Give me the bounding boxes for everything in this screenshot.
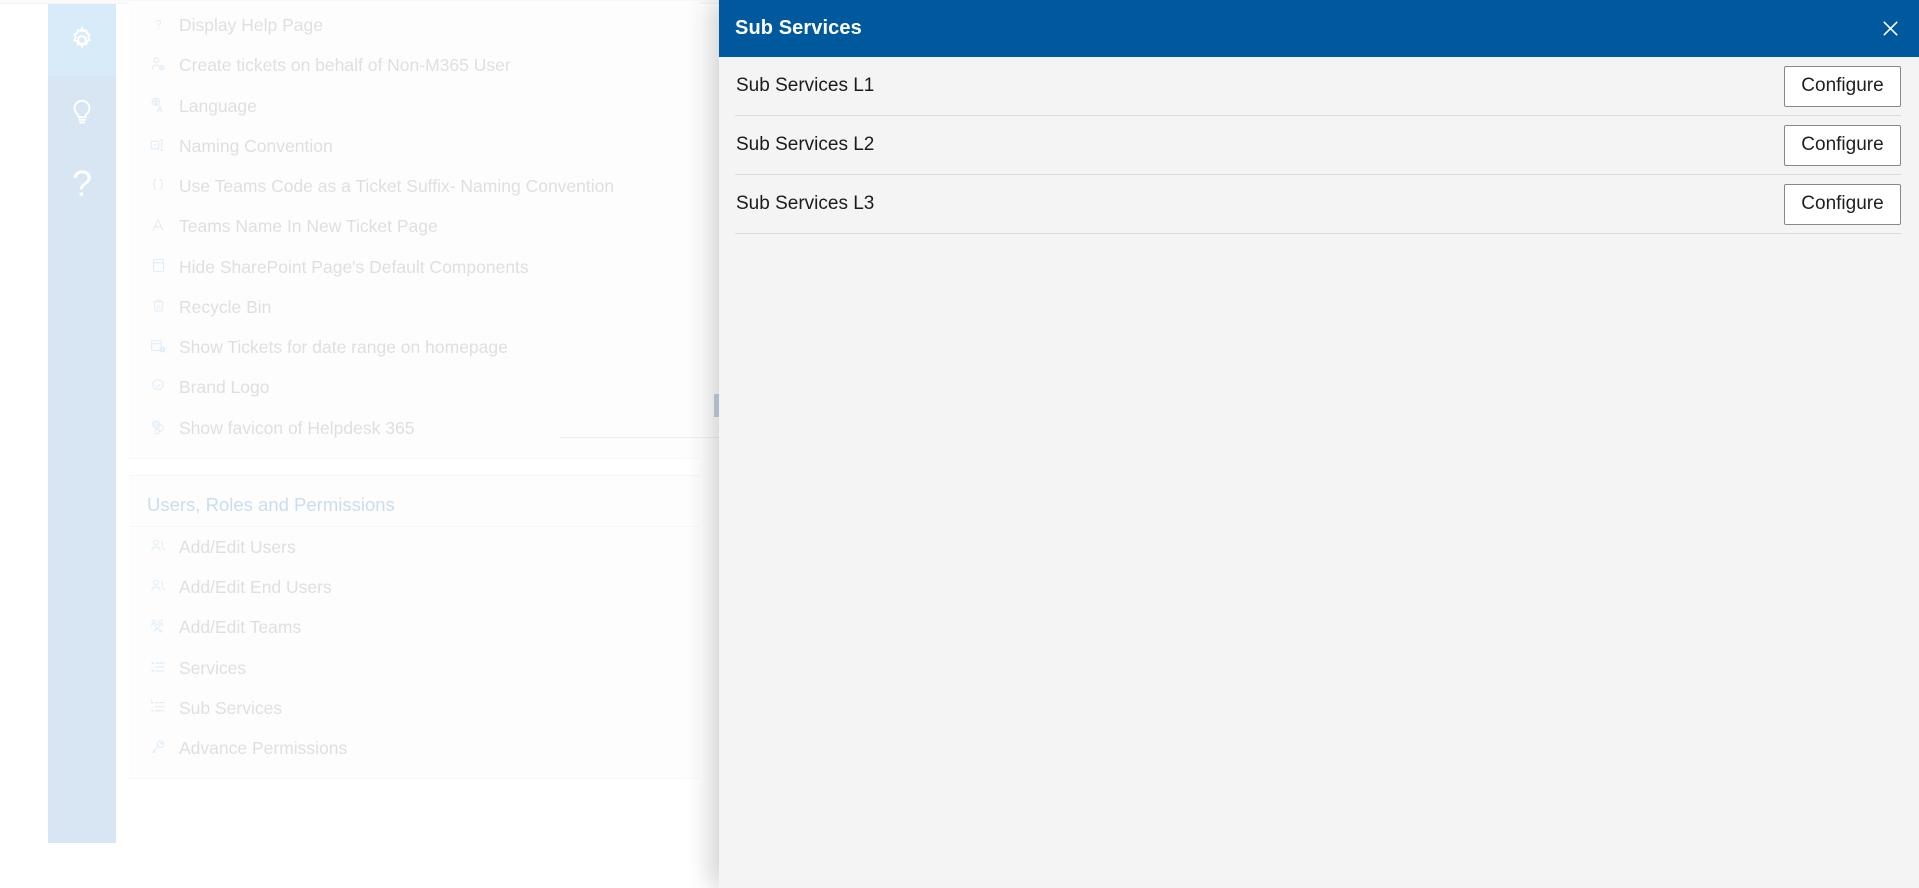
key-icon: [147, 735, 169, 759]
background-divider: [560, 437, 720, 438]
flyout-header: Sub Services: [719, 0, 1919, 57]
sub-services-flyout: Sub Services Sub Services L1 Configure S…: [719, 0, 1919, 888]
rail-item-settings[interactable]: [48, 4, 116, 76]
sidebar-item-hide-sharepoint-default-components[interactable]: Hide SharePoint Page's Default Component…: [129, 247, 699, 287]
sub-list-icon: [147, 695, 169, 719]
settings-group-users-roles-permissions: Users, Roles and Permissions Add/Edit Us…: [129, 474, 699, 780]
configure-button-l1[interactable]: Configure: [1784, 65, 1901, 107]
lightbulb-icon: [67, 97, 97, 127]
sidebar-item-brand-logo[interactable]: Brand Logo: [129, 367, 699, 407]
close-button[interactable]: [1861, 0, 1919, 57]
sub-service-label: Sub Services L1: [736, 75, 875, 96]
sidebar-item-naming-convention[interactable]: Naming Convention: [129, 126, 699, 166]
app-root: ? Display Help Page Create tickets on be…: [0, 0, 1919, 888]
sidebar-item-label: Add/Edit Users: [179, 536, 296, 557]
sidebar-item-create-tickets-non-m365[interactable]: Create tickets on behalf of Non-M365 Use…: [129, 45, 699, 85]
sharepoint-icon: [147, 415, 169, 439]
sidebar-item-label: Create tickets on behalf of Non-M365 Use…: [179, 55, 511, 76]
sidebar-item-label: Naming Convention: [179, 135, 333, 156]
flyout-title: Sub Services: [735, 17, 862, 39]
sidebar-item-add-edit-end-users[interactable]: Add/Edit End Users: [129, 567, 699, 607]
page-layout-icon: [147, 254, 169, 278]
settings-group-general: Display Help Page Create tickets on beha…: [129, 0, 699, 459]
people-icon: [147, 534, 169, 558]
sub-service-label: Sub Services L2: [736, 134, 875, 155]
sidebar-item-label: Services: [179, 657, 247, 678]
braces-icon: [147, 173, 169, 197]
sub-service-label: Sub Services L3: [736, 193, 875, 214]
sidebar-item-teams-name-new-ticket-page[interactable]: Teams Name In New Ticket Page: [129, 206, 699, 246]
sidebar-item-label: Brand Logo: [179, 377, 270, 398]
sidebar-item-display-help-page[interactable]: Display Help Page: [129, 5, 699, 45]
sidebar-item-label: Add/Edit Teams: [179, 617, 302, 638]
sidebar-item-label: Show Tickets for date range on homepage: [179, 337, 508, 357]
rename-icon: [147, 133, 169, 157]
settings-group-title: Users, Roles and Permissions: [129, 480, 699, 527]
sidebar-item-label: Add/Edit End Users: [179, 577, 332, 597]
close-icon: [1879, 17, 1902, 40]
gear-icon: [67, 25, 97, 55]
sidebar-item-label: Recycle Bin: [179, 296, 272, 317]
flyout-body: Sub Services L1 Configure Sub Services L…: [719, 57, 1919, 234]
sub-service-row-l1: Sub Services L1 Configure: [735, 57, 1901, 116]
sidebar-item-add-edit-users[interactable]: Add/Edit Users: [129, 527, 699, 567]
configure-button-l2[interactable]: Configure: [1784, 124, 1901, 166]
rail-item-help[interactable]: ?: [48, 148, 116, 220]
sidebar-item-label: Sub Services: [179, 697, 283, 718]
list-icon: [147, 655, 169, 679]
sidebar-item-services[interactable]: Services: [129, 648, 699, 688]
font-a-icon: [147, 213, 169, 237]
recycle-bin-icon: [147, 294, 169, 318]
team-icon: [147, 614, 169, 638]
sidebar-item-sub-services[interactable]: Sub Services: [129, 688, 699, 728]
people-icon: [147, 574, 169, 598]
calendar-clock-icon: [147, 334, 169, 358]
icon-rail: ?: [48, 4, 116, 843]
sidebar-item-teams-code-ticket-suffix[interactable]: Use Teams Code as a Ticket Suffix- Namin…: [129, 166, 699, 206]
settings-sidebar-panel: Display Help Page Create tickets on beha…: [129, 0, 699, 835]
sidebar-item-label: Advance Permissions: [179, 738, 348, 758]
sub-service-row-l3: Sub Services L3 Configure: [735, 175, 1901, 234]
sidebar-item-label: Teams Name In New Ticket Page: [179, 216, 438, 237]
sidebar-item-label: Hide SharePoint Page's Default Component…: [179, 256, 529, 277]
sidebar-item-add-edit-teams[interactable]: Add/Edit Teams: [129, 607, 699, 647]
sidebar-item-recycle-bin[interactable]: Recycle Bin: [129, 287, 699, 327]
translate-icon: [147, 93, 169, 117]
sidebar-item-show-favicon-helpdesk[interactable]: Show favicon of Helpdesk 365: [129, 408, 699, 448]
sub-service-row-l2: Sub Services L2 Configure: [735, 116, 1901, 175]
badge-check-icon: [147, 374, 169, 398]
sidebar-item-advance-permissions[interactable]: Advance Permissions: [129, 728, 699, 768]
sidebar-item-label: Language: [179, 95, 257, 116]
sidebar-item-language[interactable]: Language: [129, 86, 699, 126]
question-mark-icon: [147, 12, 169, 36]
rail-item-ideas[interactable]: [48, 76, 116, 148]
question-mark-icon: ?: [71, 163, 93, 204]
configure-button-l3[interactable]: Configure: [1784, 183, 1901, 225]
sidebar-item-label: Use Teams Code as a Ticket Suffix- Namin…: [179, 176, 615, 196]
sidebar-item-show-tickets-date-range[interactable]: Show Tickets for date range on homepage: [129, 327, 699, 367]
sidebar-item-label: Display Help Page: [179, 15, 323, 35]
user-block-icon: [147, 52, 169, 76]
